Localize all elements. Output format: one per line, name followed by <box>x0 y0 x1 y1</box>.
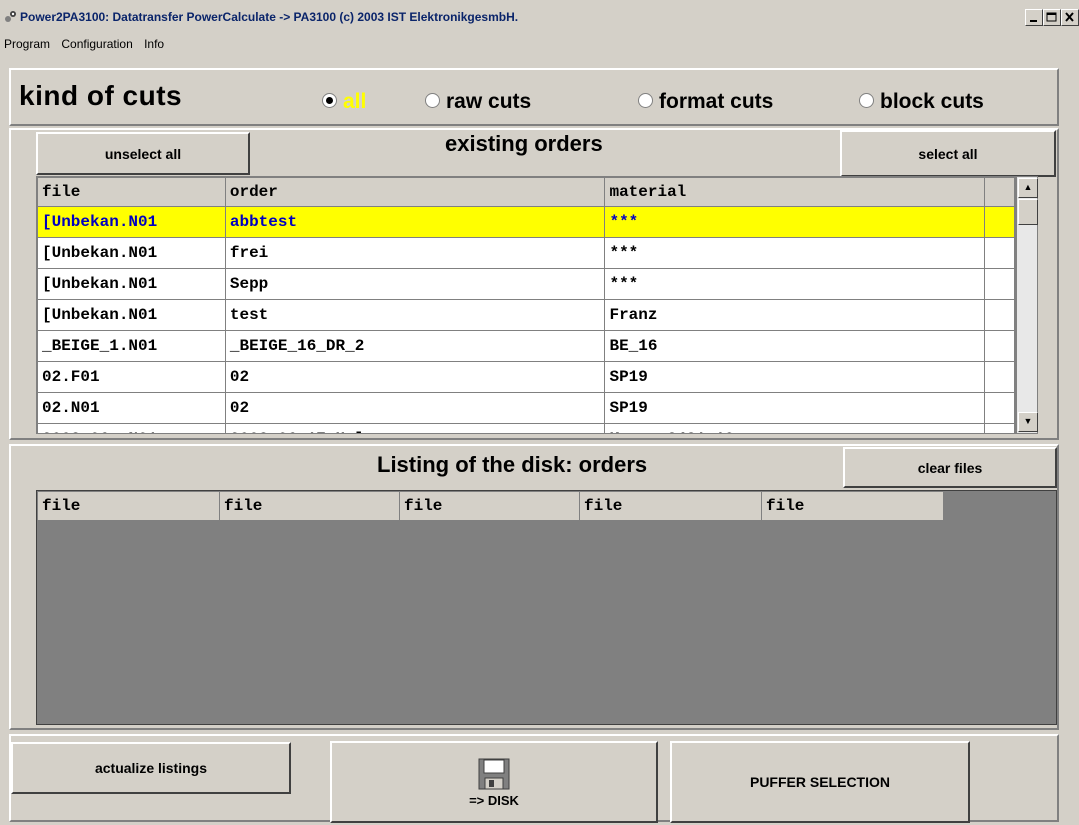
kind-of-cuts-panel: kind of cuts all raw cuts format cuts bl… <box>9 68 1059 126</box>
cell-order[interactable]: Sepp <box>224 268 606 300</box>
cell-empty <box>984 206 1015 238</box>
cell-empty <box>984 392 1015 424</box>
column-header-file[interactable]: file <box>37 177 226 207</box>
disk-column-header-4[interactable]: file <box>579 491 762 521</box>
cell-material[interactable]: *** <box>604 237 986 269</box>
cell-file[interactable]: _BEIGE_1.N01 <box>37 330 226 362</box>
cell-file[interactable]: [Unbekan.N01 <box>37 237 226 269</box>
menu-info[interactable]: Info <box>144 37 164 51</box>
cell-order[interactable]: 02 <box>224 392 606 424</box>
disk-listing-title: Listing of the disk: orders <box>377 452 648 477</box>
table-row[interactable]: 2003-06-_N012003-06-17_HalperKrono_3431_… <box>37 423 1015 433</box>
scroll-up-button[interactable]: ▲ <box>1018 178 1038 198</box>
cell-order[interactable]: abbtest <box>224 206 606 238</box>
cell-file[interactable]: [Unbekan.N01 <box>37 206 226 238</box>
table-row[interactable]: _BEIGE_1.N01 _BEIGE_16_DR_2 BE_16 <box>37 330 1015 362</box>
cell-material[interactable]: Franz <box>604 299 986 331</box>
puffer-selection-button[interactable]: PUFFER SELECTION <box>670 741 970 823</box>
menu-configuration[interactable]: Configuration <box>61 37 132 51</box>
cell-file[interactable]: 02.F01 <box>37 361 226 393</box>
cell-material[interactable]: *** <box>604 206 986 238</box>
table-row[interactable]: [Unbekan.N01 test Franz <box>37 299 1015 331</box>
kind-of-cuts-title: kind of cuts <box>19 80 183 111</box>
cell-empty <box>984 299 1015 331</box>
radio-block-cuts-label: block cuts <box>880 90 984 113</box>
radio-dot-all[interactable] <box>322 92 337 108</box>
column-header-material[interactable]: material <box>604 177 986 207</box>
maximize-button[interactable] <box>1043 9 1061 26</box>
app-icon[interactable] <box>3 9 19 25</box>
minimize-button[interactable] <box>1025 9 1043 26</box>
title-bar: Power2PA3100: Datatransfer PowerCalculat… <box>0 0 1079 34</box>
scroll-down-button[interactable]: ▼ <box>1018 412 1038 432</box>
actualize-listings-button[interactable]: actualize listings <box>11 742 291 794</box>
cell-file[interactable]: 2003-06-_N01 <box>37 423 226 433</box>
select-all-button[interactable]: select all <box>840 130 1056 177</box>
window-title: Power2PA3100: Datatransfer PowerCalculat… <box>20 10 519 24</box>
table-row[interactable]: 02.N01 02 SP19 <box>37 392 1015 424</box>
cell-empty <box>984 237 1015 269</box>
cell-material[interactable]: Krono_3431_19mm <box>604 423 986 433</box>
disk-listing-table: file file file file file <box>37 491 944 521</box>
cell-file[interactable]: 02.N01 <box>37 392 226 424</box>
cell-order[interactable]: 02 <box>224 361 606 393</box>
radio-raw-cuts[interactable]: raw cuts <box>425 90 531 114</box>
orders-scrollbar[interactable]: ▲ ▼ <box>1016 176 1038 434</box>
cell-material[interactable]: SP19 <box>604 361 986 393</box>
disk-button[interactable]: => DISK <box>330 741 658 823</box>
disk-button-label: => DISK <box>469 792 519 808</box>
menu-program[interactable]: Program <box>4 37 50 51</box>
radio-all-label: all <box>343 90 367 113</box>
cell-material[interactable]: *** <box>604 268 986 300</box>
clear-files-button[interactable]: clear files <box>843 447 1057 488</box>
orders-grid[interactable]: file order material [Unbekan.N01 abbtest *… <box>36 176 1016 434</box>
radio-all[interactable]: all <box>322 90 366 114</box>
cell-order[interactable]: 2003-06-17_Halper <box>224 423 606 433</box>
table-row[interactable]: [Unbekan.N01 abbtest *** <box>37 206 1015 238</box>
disk-column-header-2[interactable]: file <box>219 491 400 521</box>
cell-file[interactable]: [Unbekan.N01 <box>37 299 226 331</box>
close-button[interactable] <box>1061 9 1079 26</box>
cell-empty <box>984 423 1015 433</box>
menu-bar: Program Configuration Info <box>0 37 168 59</box>
scroll-thumb[interactable] <box>1018 199 1038 225</box>
disk-header-row: file file file file file <box>37 491 944 521</box>
radio-dot-block[interactable] <box>859 92 874 108</box>
disk-listing-area[interactable]: file file file file file <box>36 490 1057 725</box>
table-row[interactable]: [Unbekan.N01 Sepp *** <box>37 268 1015 300</box>
unselect-all-button[interactable]: unselect all <box>36 132 250 175</box>
cell-order[interactable]: _BEIGE_16_DR_2 <box>224 330 606 362</box>
cell-empty <box>984 330 1015 362</box>
orders-header-row: file order material <box>37 177 1015 207</box>
existing-orders-title: existing orders <box>445 131 603 156</box>
cell-order[interactable]: test <box>224 299 606 331</box>
table-row[interactable]: [Unbekan.N01 frei *** <box>37 237 1015 269</box>
column-header-order[interactable]: order <box>224 177 606 207</box>
cell-material[interactable]: BE_16 <box>604 330 986 362</box>
floppy-disk-icon <box>478 758 510 789</box>
radio-format-cuts[interactable]: format cuts <box>638 90 773 114</box>
disk-column-header-5[interactable]: file <box>761 491 944 521</box>
table-row[interactable]: 02.F01 02 SP19 <box>37 361 1015 393</box>
radio-raw-cuts-label: raw cuts <box>446 90 532 113</box>
cell-material[interactable]: SP19 <box>604 392 986 424</box>
disk-column-header-3[interactable]: file <box>399 491 580 521</box>
radio-block-cuts[interactable]: block cuts <box>859 90 984 114</box>
orders-table: file order material [Unbekan.N01 abbtest *… <box>37 177 1015 433</box>
radio-dot-raw[interactable] <box>425 92 440 108</box>
radio-format-cuts-label: format cuts <box>659 90 774 113</box>
cell-file[interactable]: [Unbekan.N01 <box>37 268 226 300</box>
column-header-empty <box>984 177 1015 207</box>
disk-column-header-1[interactable]: file <box>37 491 220 521</box>
cell-empty <box>984 361 1015 393</box>
radio-dot-format[interactable] <box>638 92 653 108</box>
cell-empty <box>984 268 1015 300</box>
orders-body: [Unbekan.N01 abbtest *** [Unbekan.N01 frei **… <box>37 206 1015 433</box>
cell-order[interactable]: frei <box>224 237 606 269</box>
